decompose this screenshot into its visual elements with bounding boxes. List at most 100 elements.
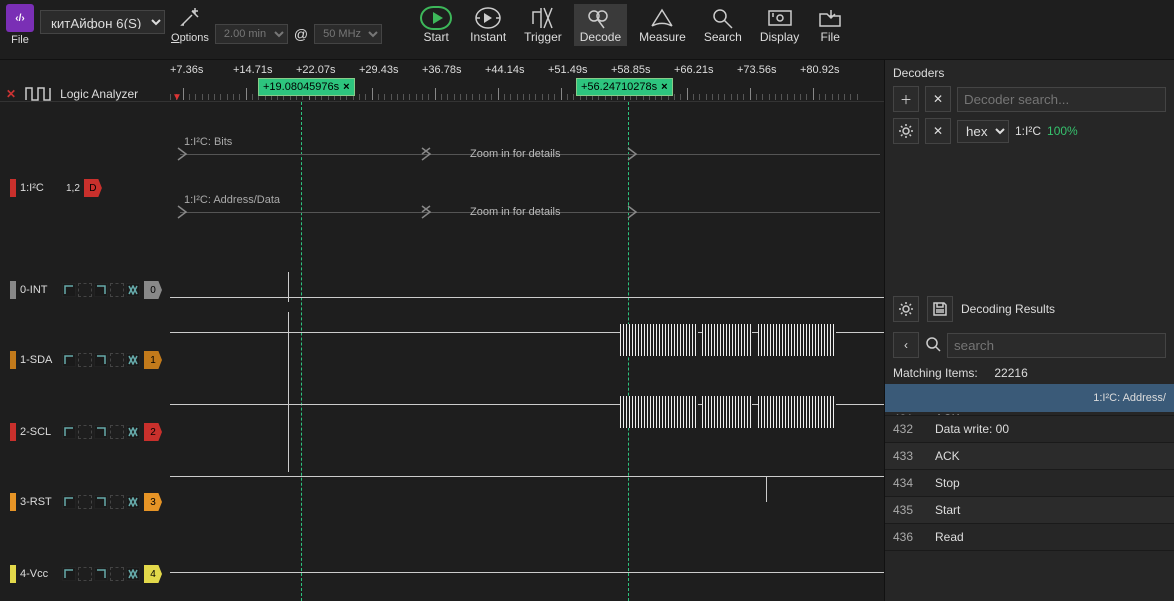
folder-icon — [817, 6, 843, 30]
channel-row[interactable]: 1-SDA 1 — [0, 350, 162, 370]
gear-icon — [898, 301, 914, 317]
edge-rising-icon[interactable] — [62, 353, 76, 367]
cursor-b-flag[interactable]: +56.24710278s× — [576, 78, 673, 96]
results-settings-button[interactable] — [893, 296, 919, 322]
channel-tag[interactable]: 4 — [144, 565, 162, 583]
display-icon — [766, 6, 794, 30]
file-menu[interactable]: File — [11, 34, 29, 46]
result-index: 434 — [893, 476, 935, 490]
back-button[interactable]: ‹ — [893, 332, 919, 358]
channel-tag[interactable]: 3 — [144, 493, 162, 511]
channel-row[interactable]: 3-RST 3 — [0, 492, 162, 512]
channel-label: 1-SDA — [20, 354, 58, 366]
result-index: 433 — [893, 449, 935, 463]
tick-label: +58.85s — [611, 64, 650, 76]
edge-both-icon[interactable] — [126, 567, 140, 581]
search-icon — [925, 336, 941, 355]
edge-falling-icon[interactable] — [94, 425, 108, 439]
edge-both-icon[interactable] — [126, 425, 140, 439]
tick-label: +14.71s — [233, 64, 272, 76]
gear-icon — [898, 123, 914, 139]
channel-tag[interactable]: 2 — [144, 423, 162, 441]
channel-row[interactable]: 4-Vcc 4 — [0, 564, 162, 584]
table-row[interactable]: 432Data write: 00 — [885, 416, 1174, 443]
rate-select[interactable]: 50 MHz — [314, 24, 382, 44]
cursor-a-flag[interactable]: +19.08045976s× — [258, 78, 355, 96]
edge-slot[interactable] — [110, 283, 124, 297]
edge-falling-icon[interactable] — [94, 353, 108, 367]
duration-select[interactable]: 2.00 min — [215, 24, 288, 44]
edge-both-icon[interactable] — [126, 495, 140, 509]
trigger-button[interactable]: Trigger — [518, 4, 568, 46]
edge-slot[interactable] — [78, 425, 92, 439]
close-icon[interactable]: × — [661, 81, 667, 93]
decoder-remove-button[interactable]: ✕ — [925, 118, 951, 144]
result-value: Start — [935, 503, 1166, 517]
edge-slot[interactable] — [78, 567, 92, 581]
edge-slot[interactable] — [78, 283, 92, 297]
close-icon[interactable]: × — [343, 81, 349, 93]
table-row[interactable]: 435Start — [885, 497, 1174, 524]
decode-addr-label: 1:I²C: Address/Data — [184, 194, 280, 206]
edge-slot[interactable] — [110, 425, 124, 439]
cursor-a-line[interactable] — [301, 102, 302, 601]
edge-falling-icon[interactable] — [94, 567, 108, 581]
channel-label: 3-RST — [20, 496, 58, 508]
edge-slot[interactable] — [110, 567, 124, 581]
channel-tag[interactable]: 0 — [144, 281, 162, 299]
channel-label: 0-INT — [20, 284, 58, 296]
add-decoder-button[interactable]: ＋ — [893, 86, 919, 112]
options-menu[interactable]: Options — [171, 32, 209, 44]
decode-button[interactable]: Decode — [574, 4, 627, 46]
zoom-hint: Zoom in for details — [470, 148, 560, 160]
tick-label: +44.14s — [485, 64, 524, 76]
device-select[interactable]: китАйфон 6(S) — [40, 10, 165, 34]
result-index: 436 — [893, 530, 935, 544]
start-button[interactable]: Start — [414, 4, 458, 46]
table-row[interactable]: 436Read — [885, 524, 1174, 551]
edge-slot[interactable] — [110, 353, 124, 367]
results-column-header[interactable]: 1:I²C: Address/ — [885, 384, 1174, 412]
format-select[interactable]: hex — [957, 120, 1009, 143]
table-row[interactable]: 433ACK — [885, 443, 1174, 470]
trigger-icon — [530, 6, 556, 30]
channel-row[interactable]: 0-INT 0 — [0, 280, 162, 300]
edge-slot[interactable] — [78, 495, 92, 509]
search-button[interactable]: Search — [698, 4, 748, 46]
channel-tag[interactable]: 1 — [144, 351, 162, 369]
result-value: ACK — [935, 449, 1166, 463]
measure-button[interactable]: Measure — [633, 4, 692, 46]
edge-falling-icon[interactable] — [94, 495, 108, 509]
results-search-input[interactable] — [947, 333, 1166, 358]
table-row[interactable]: 434Stop — [885, 470, 1174, 497]
edge-rising-icon[interactable] — [62, 425, 76, 439]
close-icon: ✕ — [933, 124, 943, 138]
channel-i2c-label[interactable]: 1:I²C — [20, 182, 58, 194]
remove-decoder-button[interactable]: ✕ — [925, 86, 951, 112]
tick-label: +7.36s — [170, 64, 203, 76]
edge-both-icon[interactable] — [126, 283, 140, 297]
decoder-search-input[interactable] — [957, 87, 1166, 112]
edge-slot[interactable] — [110, 495, 124, 509]
app-logo: ‹/› — [6, 4, 34, 32]
tick-label: +36.78s — [422, 64, 461, 76]
edge-both-icon[interactable] — [126, 353, 140, 367]
save-results-button[interactable] — [927, 296, 953, 322]
display-button[interactable]: Display — [754, 4, 805, 46]
edge-rising-icon[interactable] — [62, 283, 76, 297]
save-icon — [932, 301, 948, 317]
channel-tag[interactable]: D — [84, 179, 102, 197]
channel-row[interactable]: 2-SCL 2 — [0, 422, 162, 442]
edge-slot[interactable] — [78, 353, 92, 367]
options-icon[interactable] — [177, 4, 203, 30]
edge-rising-icon[interactable] — [62, 567, 76, 581]
channel-color — [10, 281, 16, 299]
close-icon: ✕ — [933, 92, 943, 106]
file-button[interactable]: File — [811, 4, 849, 46]
channel-label: 2-SCL — [20, 426, 58, 438]
instant-button[interactable]: Instant — [464, 4, 512, 46]
edge-rising-icon[interactable] — [62, 495, 76, 509]
decoder-settings-button[interactable] — [893, 118, 919, 144]
waveform-ch4 — [170, 572, 884, 573]
edge-falling-icon[interactable] — [94, 283, 108, 297]
